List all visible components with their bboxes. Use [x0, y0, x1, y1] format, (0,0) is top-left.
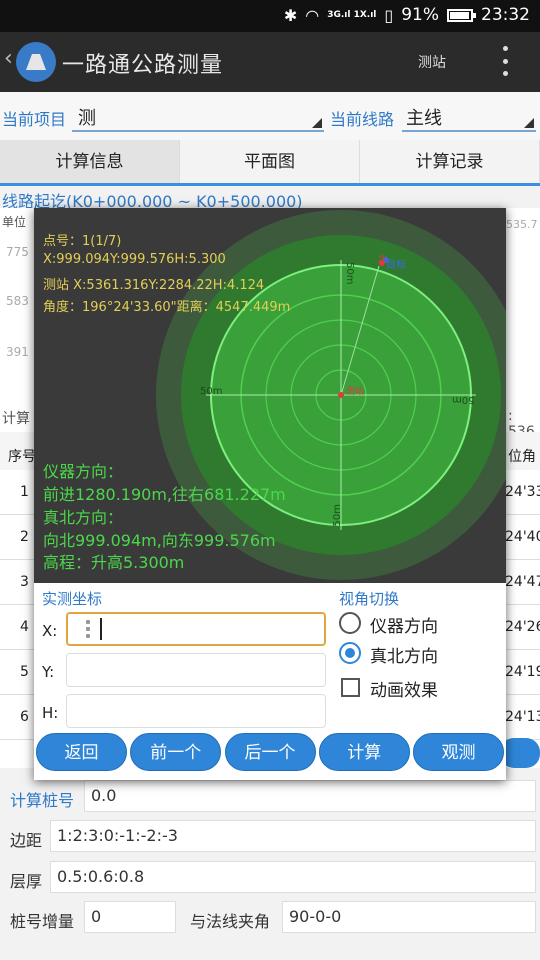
- tab-calc-info[interactable]: 计算信息: [0, 140, 180, 183]
- radar-center-label: 测站: [346, 387, 365, 397]
- animation-checkbox[interactable]: [341, 678, 360, 697]
- app-bar: ‹ 一路通公路测量 测站: [0, 32, 540, 92]
- battery-percent: 91%: [401, 5, 439, 25]
- prev-button[interactable]: 前一个: [130, 733, 222, 771]
- north-direction-radio[interactable]: [339, 642, 361, 664]
- project-row: 当前项目 测 当前线路 主线: [0, 92, 540, 140]
- station-coord: 测站 X:5361.316Y:2284.22H:4.124: [43, 278, 265, 293]
- observe-button[interactable]: 观测: [413, 733, 504, 771]
- station-menu-button[interactable]: 测站: [418, 52, 446, 72]
- next-button[interactable]: 后一个: [224, 733, 316, 771]
- point-number: 点号：1(1/7): [43, 234, 122, 249]
- side-label: 边距: [10, 831, 43, 850]
- dialog-button-bar: 返回 前一个 后一个 计算 观测: [34, 730, 506, 780]
- project-label: 当前项目: [2, 110, 67, 129]
- bluetooth-icon: ✱: [283, 5, 298, 25]
- h-label: H:: [42, 704, 59, 722]
- pile-input[interactable]: 0.0: [84, 780, 536, 812]
- increment-label: 桩号增量: [10, 912, 75, 931]
- unit-label: 单位: [2, 215, 27, 229]
- tab-calc-record[interactable]: 计算记录: [360, 140, 540, 183]
- status-bar: ✱ ◠ 3G.ıl 1X.ıl ▯ 91% 23:32: [0, 0, 540, 32]
- calc-form: 计算桩号 0.0 边距 1:2:3:0:-1:-2:-3 层厚 0.5:0.6:…: [0, 775, 540, 960]
- side-input[interactable]: 1:2:3:0:-1:-2:-3: [50, 820, 536, 852]
- angle-distance: 角度：196°24'33.60"距离：4547.449m: [43, 300, 291, 315]
- stakeout-dialog: 50m 50m 50m 50m 目标 北 测站 点号：1(1/7) X:999.…: [34, 208, 506, 780]
- north-direction-value: 向北999.094m,向东999.576m: [43, 531, 276, 550]
- signal-icon: 3G.ıl 1X.ıl: [327, 10, 377, 20]
- tab-bar: 计算信息 平面图 计算记录: [0, 140, 540, 186]
- clock: 23:32: [481, 5, 530, 25]
- instrument-direction-title: 仪器方向：: [43, 462, 124, 481]
- h-input[interactable]: [66, 694, 326, 728]
- x-label: X:: [42, 622, 58, 640]
- battery-icon: [447, 8, 476, 22]
- line-value: 主线: [406, 108, 442, 129]
- sim-icon: ▯: [384, 5, 394, 25]
- radar-label-left: 50m: [200, 386, 223, 397]
- instrument-direction-value: 前进1280.190m,往右681.227m: [43, 485, 286, 504]
- right-tick: 535.7: [506, 218, 538, 231]
- normal-angle-input[interactable]: 90-0-0: [282, 901, 536, 933]
- radar-label-right: 50m: [452, 394, 475, 405]
- instrument-direction-radio[interactable]: [339, 612, 361, 634]
- background-button[interactable]: [500, 738, 540, 768]
- y-tick: 391: [6, 345, 29, 359]
- animation-option[interactable]: 动画效果: [370, 676, 438, 701]
- project-value: 测: [78, 108, 96, 129]
- north-direction-option[interactable]: 真北方向: [370, 642, 438, 667]
- calculate-button[interactable]: 计算: [318, 733, 410, 771]
- radar-target-label: 目标: [386, 260, 406, 271]
- line-label: 当前线路: [330, 110, 395, 129]
- point-coord: X:999.094Y:999.576H:5.300: [43, 252, 226, 267]
- back-button[interactable]: 返回: [36, 733, 127, 771]
- radar-north-label: 北: [378, 255, 388, 265]
- drag-handle-icon[interactable]: [86, 620, 92, 638]
- y-input[interactable]: [66, 653, 326, 687]
- view-switch-title: 视角切换: [339, 590, 400, 608]
- x-input[interactable]: [66, 612, 326, 646]
- layer-label: 层厚: [10, 872, 43, 891]
- calc-label: 计算: [2, 411, 30, 427]
- layer-input[interactable]: 0.5:0.6:0.8: [50, 861, 536, 893]
- radar-label-top: 50m: [344, 262, 355, 285]
- instrument-direction-option[interactable]: 仪器方向: [370, 612, 438, 637]
- measured-coord-title: 实测坐标: [42, 590, 103, 608]
- y-tick: 583: [6, 294, 29, 308]
- project-spinner[interactable]: [72, 106, 324, 132]
- y-label: Y:: [42, 663, 55, 681]
- radar-label-bottom: 50m: [332, 504, 343, 527]
- wifi-icon: ◠: [305, 5, 320, 25]
- back-chevron-icon[interactable]: ‹: [4, 46, 13, 71]
- tab-plan-view[interactable]: 平面图: [180, 140, 360, 183]
- radar-view: 50m 50m 50m 50m 目标 北 测站 点号：1(1/7) X:999.…: [34, 208, 506, 583]
- text-cursor: [100, 618, 102, 640]
- app-title: 一路通公路测量: [62, 53, 224, 78]
- increment-input[interactable]: 0: [84, 901, 176, 933]
- north-direction-title: 真北方向：: [43, 508, 124, 527]
- elevation-value: 高程：升高5.300m: [43, 553, 185, 572]
- overflow-menu-icon[interactable]: [500, 46, 510, 76]
- y-tick: 775: [6, 245, 29, 259]
- normal-angle-label: 与法线夹角: [190, 912, 271, 931]
- app-logo[interactable]: [16, 42, 56, 82]
- pile-label: 计算桩号: [10, 791, 75, 810]
